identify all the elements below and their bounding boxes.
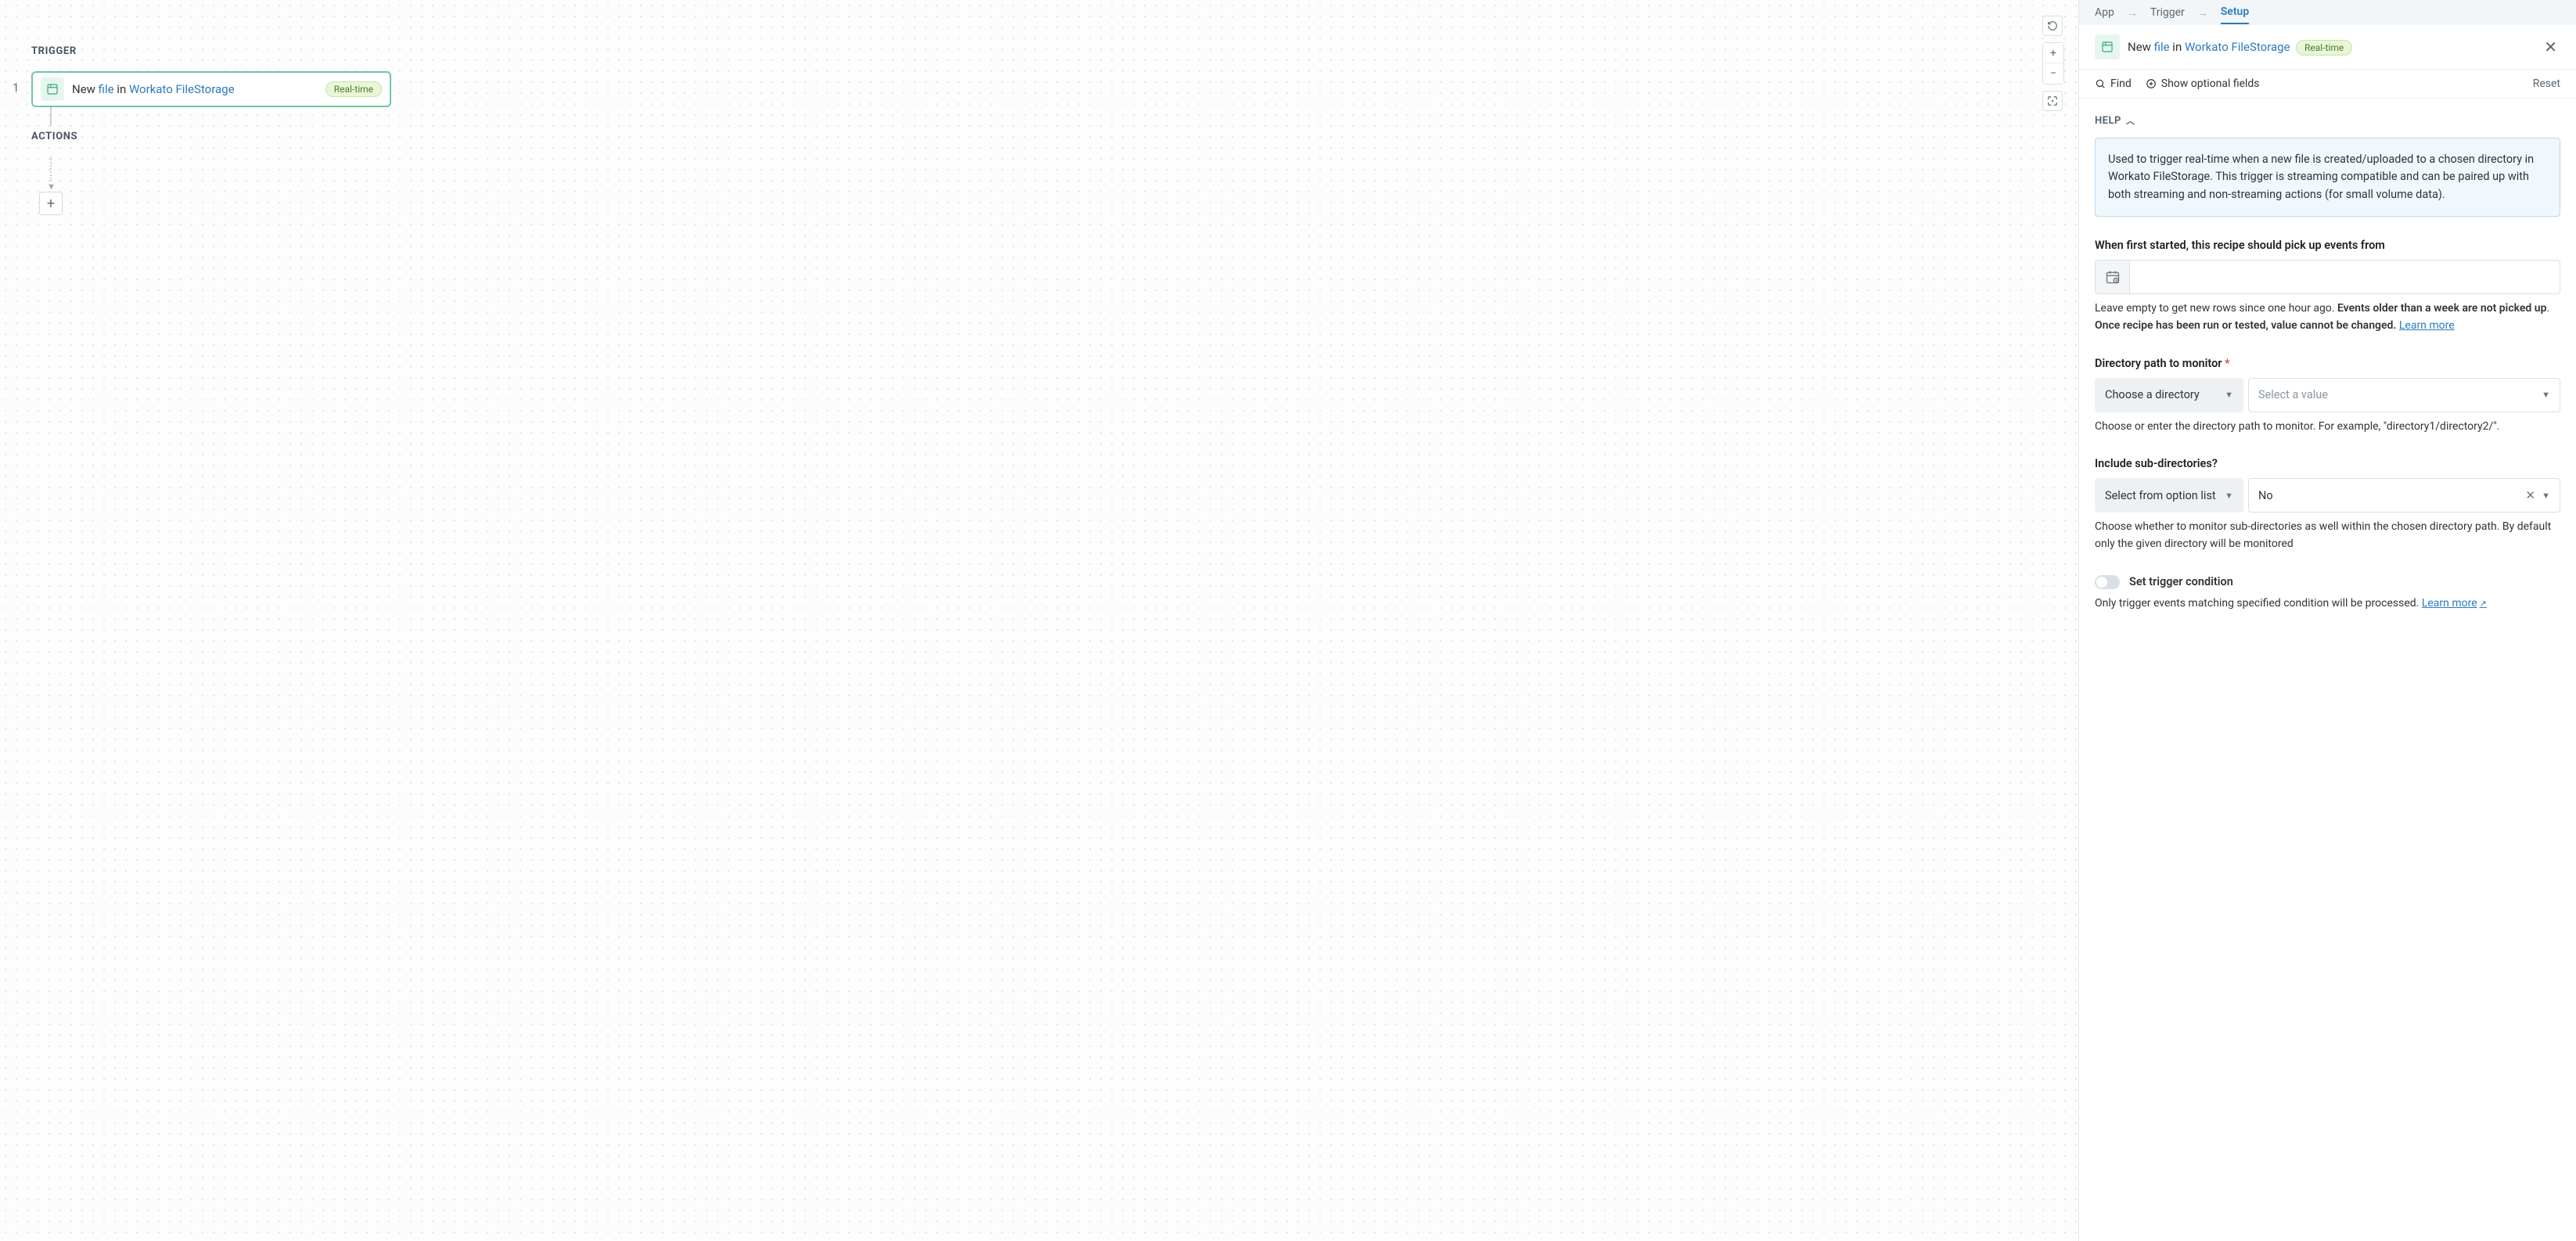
realtime-badge: Real-time xyxy=(2296,40,2352,56)
show-optional-button[interactable]: Show optional fields xyxy=(2146,77,2260,90)
chevron-down-icon: ▼ xyxy=(2542,390,2550,400)
tab-app[interactable]: App xyxy=(2095,2,2114,23)
fit-view-button[interactable] xyxy=(2042,91,2063,111)
since-learn-more-link[interactable]: Learn more xyxy=(2399,319,2455,332)
flow-arrow-icon: ▼ xyxy=(47,182,391,192)
arrow-right-icon: → xyxy=(2127,6,2138,20)
zoom-in-button[interactable]: + xyxy=(2043,43,2063,63)
subdir-value-select[interactable]: No ✕ ▼ xyxy=(2248,478,2560,513)
trigger-condition-label: Set trigger condition xyxy=(2129,575,2233,588)
find-button[interactable]: Find xyxy=(2095,77,2132,90)
arrow-right-icon: → xyxy=(2197,6,2208,20)
dir-mode-select[interactable]: Choose a directory ▼ xyxy=(2095,378,2243,412)
step-number: 1 xyxy=(13,81,19,95)
plus-circle-icon xyxy=(2146,78,2157,89)
filestorage-app-icon xyxy=(2095,34,2120,59)
tab-trigger[interactable]: Trigger xyxy=(2150,2,2185,23)
trigger-condition-toggle[interactable] xyxy=(2095,575,2120,589)
help-toggle[interactable]: HELP ︿ xyxy=(2095,114,2560,127)
panel-title: New file in Workato FileStorage Real-tim… xyxy=(2128,40,2533,54)
realtime-badge: Real-time xyxy=(326,81,382,97)
subdir-label: Include sub-directories? xyxy=(2095,457,2560,470)
chevron-down-icon: ▼ xyxy=(2542,491,2550,501)
trigger-section-label: TRIGGER xyxy=(31,45,391,57)
dir-hint: Choose or enter the directory path to mo… xyxy=(2095,419,2560,436)
external-link-icon: ↗ xyxy=(2480,599,2487,609)
since-label: When first started, this recipe should p… xyxy=(2095,239,2560,252)
chevron-up-icon: ︿ xyxy=(2126,114,2135,127)
condition-learn-more-link[interactable]: Learn more↗ xyxy=(2422,597,2487,610)
panel-header: New file in Workato FileStorage Real-tim… xyxy=(2079,25,2576,70)
search-icon xyxy=(2095,78,2106,89)
add-action-button[interactable]: + xyxy=(39,192,63,215)
calendar-icon xyxy=(2096,261,2130,293)
zoom-out-button[interactable]: − xyxy=(2043,63,2063,84)
recipe-canvas: TRIGGER 1 New file in Workato FileStorag… xyxy=(0,0,2078,1241)
since-input[interactable] xyxy=(2095,260,2560,294)
clear-value-icon[interactable]: ✕ xyxy=(2526,488,2536,502)
subdir-hint: Choose whether to monitor sub-directorie… xyxy=(2095,519,2560,552)
close-panel-button[interactable]: ✕ xyxy=(2541,34,2560,59)
dir-value-select[interactable]: Select a value ▼ xyxy=(2248,378,2560,412)
since-hint: Leave empty to get new rows since one ho… xyxy=(2095,300,2560,334)
reset-button[interactable]: Reset xyxy=(2533,77,2560,90)
actions-section-label: ACTIONS xyxy=(31,131,391,142)
panel-toolbar: Find Show optional fields Reset xyxy=(2079,70,2576,99)
trigger-title: New file in Workato FileStorage xyxy=(72,82,318,96)
chevron-down-icon: ▼ xyxy=(2225,491,2233,501)
panel-tabs: App → Trigger → Setup xyxy=(2079,0,2576,25)
chevron-down-icon: ▼ xyxy=(2225,390,2233,400)
trigger-condition-hint: Only trigger events matching specified c… xyxy=(2095,595,2560,613)
dir-label: Directory path to monitor * xyxy=(2095,357,2560,370)
reset-zoom-button[interactable] xyxy=(2042,16,2063,36)
since-textfield[interactable] xyxy=(2130,261,2560,293)
config-panel: App → Trigger → Setup New file in Workat… xyxy=(2078,0,2576,1241)
tab-setup[interactable]: Setup xyxy=(2221,1,2249,24)
help-text: Used to trigger real-time when a new fil… xyxy=(2095,138,2560,217)
subdir-mode-select[interactable]: Select from option list ▼ xyxy=(2095,478,2243,513)
trigger-step-card[interactable]: New file in Workato FileStorage Real-tim… xyxy=(31,71,391,107)
filestorage-app-icon xyxy=(41,77,64,101)
